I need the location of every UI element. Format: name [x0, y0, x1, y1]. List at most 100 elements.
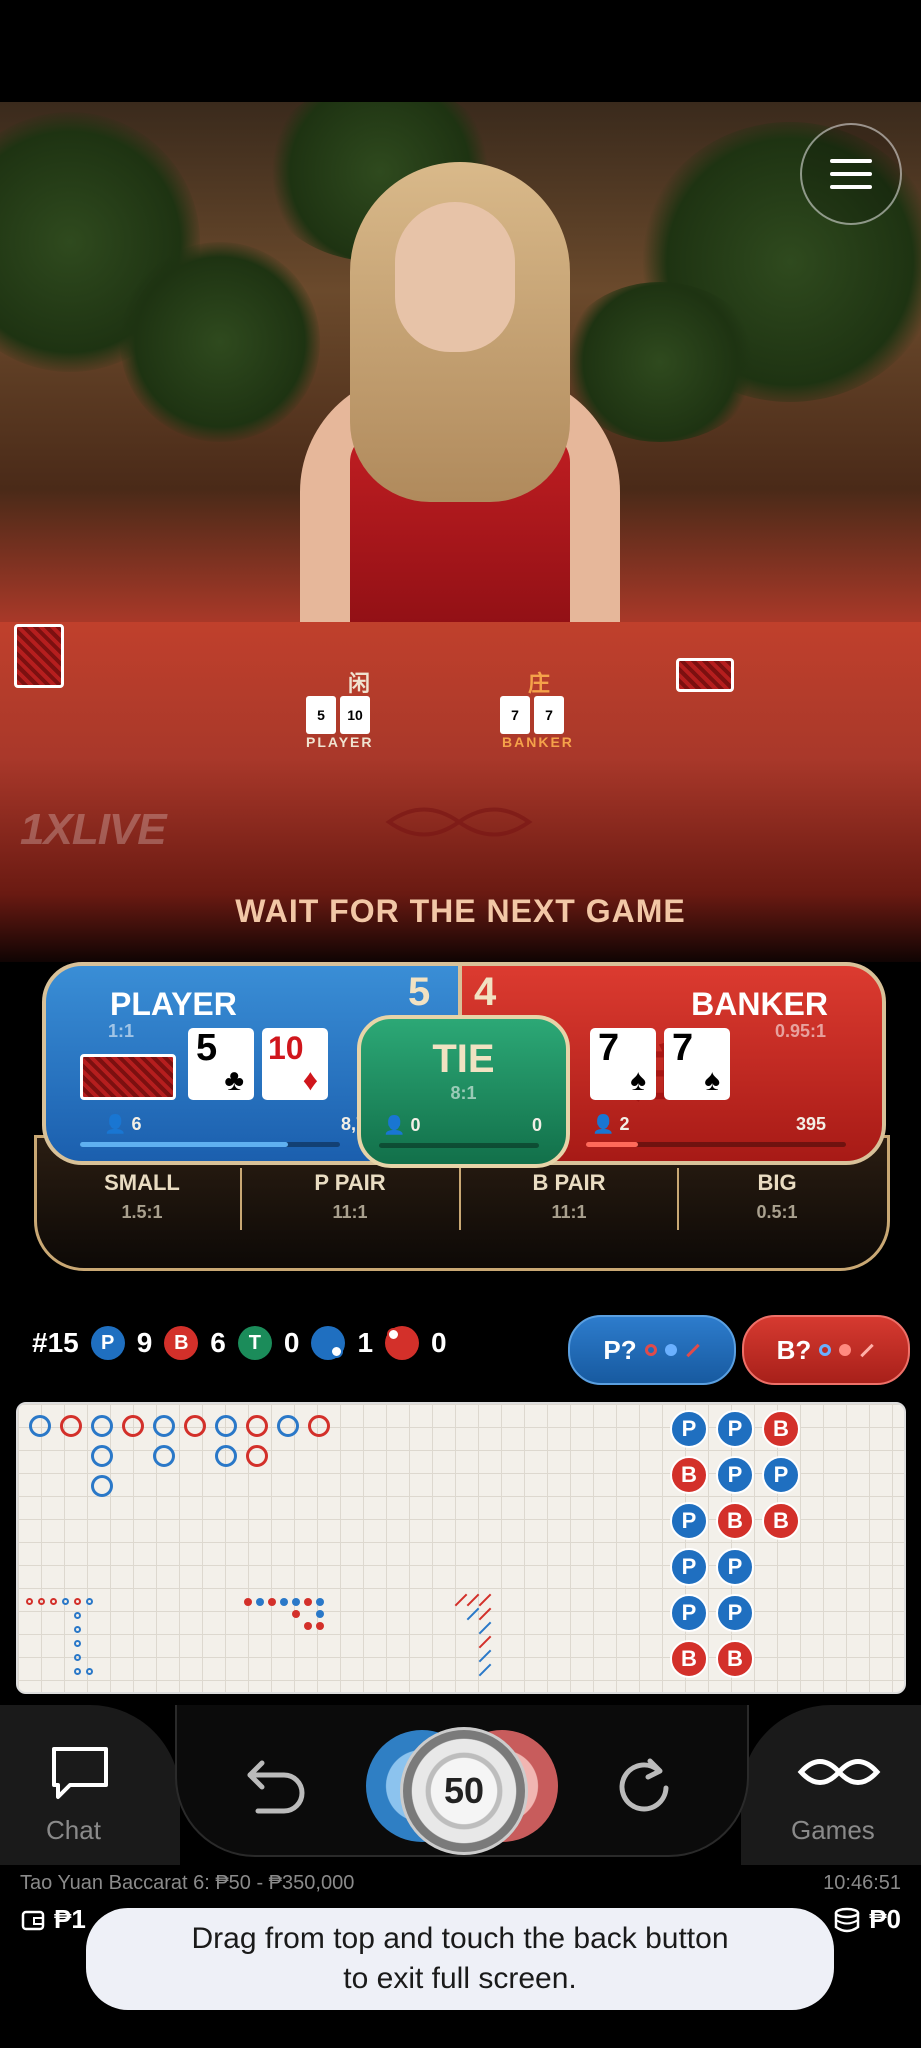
chip-value: 50 [443, 1770, 485, 1811]
side-bet-odds: 11:1 [551, 1202, 587, 1222]
club-icon: ♣ [224, 1064, 244, 1097]
big-road-mark [246, 1415, 268, 1437]
side-bet-banker-pair[interactable]: B PAIR 11:1 [461, 1170, 677, 1232]
total-bet-amount: ₱0 [869, 1904, 901, 1934]
spade-icon: ♠ [704, 1064, 720, 1097]
side-bet-player-pair[interactable]: P PAIR 11:1 [242, 1170, 458, 1232]
big-road-mark [308, 1415, 330, 1437]
clock: 10:46:51 [823, 1872, 901, 1894]
derived-road-mark [26, 1598, 33, 1605]
banker-bet-label: BANKER [691, 986, 828, 1022]
big-eye-icon [819, 1344, 832, 1356]
side-bet-odds: 1.5:1 [121, 1202, 163, 1222]
player-prediction-button[interactable]: P? [568, 1315, 736, 1385]
repeat-icon[interactable] [612, 1755, 678, 1821]
shoe-card [14, 624, 64, 688]
spade-icon: ♠ [630, 1064, 646, 1097]
big-road-mark [246, 1445, 268, 1467]
big-road-mark [91, 1445, 113, 1467]
player-bettors-count: 6 [131, 1114, 142, 1134]
derived-road-mark [316, 1598, 324, 1606]
derived-road-mark [292, 1598, 300, 1606]
derived-road-mark [304, 1622, 312, 1630]
tie-wins-badge: T [237, 1326, 272, 1360]
player-card-back [80, 1054, 176, 1100]
card-rank: 10 [268, 1030, 304, 1066]
status-message: WAIT FOR THE NEXT GAME [235, 893, 686, 929]
cockroach-icon [860, 1343, 875, 1357]
bead-road-result: P [670, 1548, 708, 1586]
games-button[interactable]: Games [741, 1705, 921, 1865]
bead-road-result: B [716, 1640, 754, 1678]
derived-road-mark [86, 1668, 93, 1675]
tie-progress-track [379, 1143, 539, 1148]
small-road-icon [664, 1344, 677, 1356]
menu-icon-line [830, 185, 872, 189]
tie-odds: 8:1 [450, 1083, 477, 1103]
brand-watermark: 1XLIVE [20, 805, 167, 854]
plant-decoration [120, 242, 320, 442]
big-road-mark [215, 1415, 237, 1437]
user-icon: 👤 [104, 1114, 127, 1134]
derived-road-mark [86, 1598, 93, 1605]
round-stats: #15 P 9 B 6 T 0 1 0 [32, 1320, 447, 1366]
banker-amount: 395 [795, 1114, 826, 1134]
derived-road-mark [304, 1598, 312, 1606]
side-bet-odds: 0.5:1 [756, 1202, 798, 1222]
wallet-icon [21, 1910, 45, 1930]
banker-wins-badge: B [164, 1326, 199, 1360]
table-banker-label: BANKER [502, 734, 574, 750]
derived-road-mark [74, 1598, 81, 1605]
player-pair-icon [311, 1326, 346, 1360]
derived-road-mark [74, 1626, 81, 1633]
bead-road-result: P [716, 1456, 754, 1494]
balance-amount: ₱1 [54, 1904, 86, 1934]
diamond-icon: ♦ [302, 1064, 318, 1097]
bead-road-result: B [762, 1410, 800, 1448]
card-rank: 5 [196, 1027, 218, 1069]
tie-bettors-count: 0 [410, 1115, 421, 1135]
user-icon: 👤 [592, 1114, 615, 1134]
player-bet-label: PLAYER [110, 986, 237, 1022]
big-road-mark [215, 1445, 237, 1467]
derived-road-mark [256, 1598, 264, 1606]
derived-road-mark [478, 1607, 492, 1621]
table-logo-icon [385, 807, 533, 837]
tie-bet-label: TIE [432, 1037, 495, 1081]
big-road-mark [91, 1415, 113, 1437]
bead-road-result: P [762, 1456, 800, 1494]
small-road-icon [839, 1344, 852, 1356]
derived-road-mark [478, 1635, 492, 1649]
tie-bet-area[interactable]: TIE 8:1 👤 0 0 [357, 1015, 570, 1168]
player-cn-label: 闲 [348, 671, 373, 696]
side-bet-small[interactable]: SMALL 1.5:1 [44, 1170, 240, 1232]
chat-button[interactable]: Chat [0, 1705, 180, 1865]
table-limits: Tao Yuan Baccarat 6: ₱50 - ₱350,000 [20, 1872, 355, 1894]
side-bet-big[interactable]: BIG 0.5:1 [679, 1170, 875, 1232]
derived-road-mark [478, 1593, 492, 1607]
menu-button[interactable] [800, 123, 902, 225]
banker-score: 4 [474, 970, 497, 1014]
coins-icon [834, 1907, 860, 1932]
bead-road-result: P [716, 1548, 754, 1586]
bead-road: PPBBPPPBBPPPPBB [670, 1410, 810, 1686]
derived-road-mark [280, 1598, 288, 1606]
table-card-player-1: 5 [306, 696, 336, 734]
dealer-face [395, 202, 515, 352]
chat-icon [52, 1747, 108, 1799]
big-road-mark [60, 1415, 82, 1437]
banker-progress-fill [586, 1142, 638, 1147]
player-wins-badge: P [90, 1326, 125, 1360]
derived-road-mark [74, 1668, 81, 1675]
undo-icon[interactable] [244, 1755, 310, 1815]
banker-prediction-button[interactable]: B? [742, 1315, 910, 1385]
derived-road-mark [62, 1598, 69, 1605]
big-eye-icon [644, 1344, 657, 1356]
selected-chip[interactable]: 50 [400, 1727, 528, 1855]
player-pair-count: 1 [357, 1327, 374, 1358]
side-bet-label: SMALL [104, 1170, 180, 1195]
bead-road-result: P [670, 1502, 708, 1540]
scoreboard-roadmap[interactable]: PPBBPPPBBPPPPBB [16, 1402, 906, 1694]
derived-road-mark [38, 1598, 45, 1605]
banker-prediction-label: B? [776, 1334, 812, 1365]
